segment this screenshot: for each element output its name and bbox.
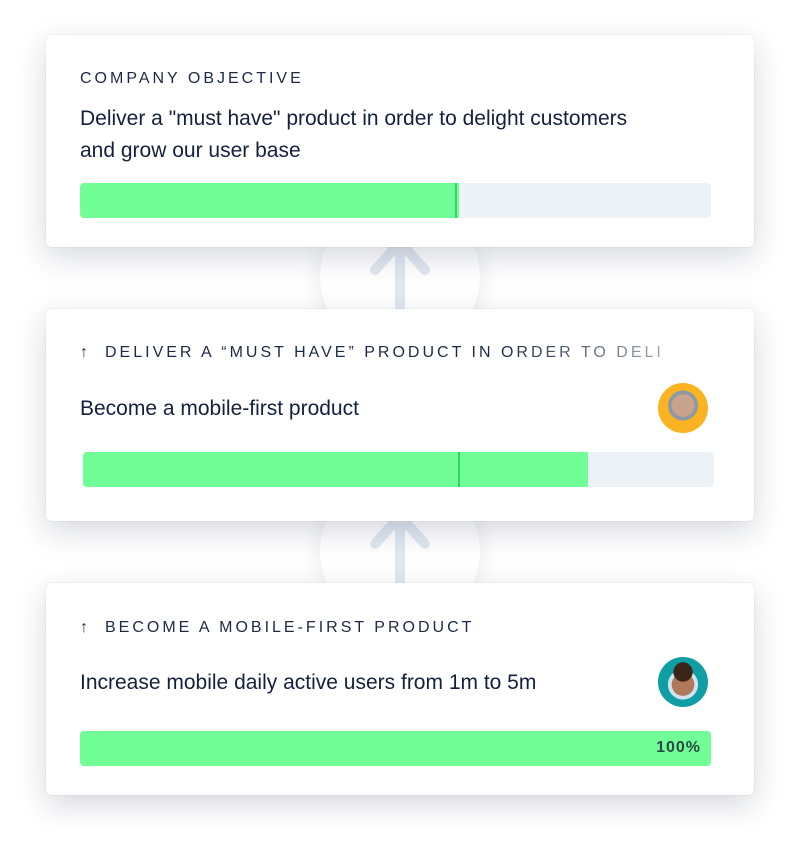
progress-fill [80, 183, 459, 218]
parent-objective-link[interactable]: ↑ DELIVER A “MUST HAVE” PRODUCT IN ORDER … [80, 344, 700, 362]
progress-fill [80, 731, 711, 766]
key-result-card-mobile-first[interactable]: ↑ DELIVER A “MUST HAVE” PRODUCT IN ORDER … [46, 309, 754, 521]
progress-percentage: 100% [656, 739, 701, 756]
avatar-owner[interactable] [658, 383, 708, 433]
arrow-up-icon: ↑ [80, 619, 91, 636]
card-eyebrow: COMPANY OBJECTIVE [80, 70, 304, 87]
card-title: Deliver a "must have" product in order t… [80, 107, 628, 162]
progress-fill [83, 452, 588, 487]
progress-bar: 100% [80, 731, 711, 766]
parent-objective-link[interactable]: ↑ BECOME A MOBILE-FIRST PRODUCT [80, 619, 474, 637]
progress-bar [80, 183, 711, 218]
progress-marker [458, 452, 460, 487]
card-title: Become a mobile-first product [80, 397, 359, 420]
arrow-up-icon: ↑ [80, 344, 91, 361]
avatar-owner[interactable] [658, 657, 708, 707]
progress-bar [83, 452, 714, 487]
progress-marker [455, 183, 457, 218]
key-result-card-mobile-dau[interactable]: ↑ BECOME A MOBILE-FIRST PRODUCT Increase … [46, 583, 754, 795]
company-objective-card[interactable]: COMPANY OBJECTIVE Deliver a "must have" … [46, 35, 754, 247]
card-title: Increase mobile daily active users from … [80, 671, 537, 694]
